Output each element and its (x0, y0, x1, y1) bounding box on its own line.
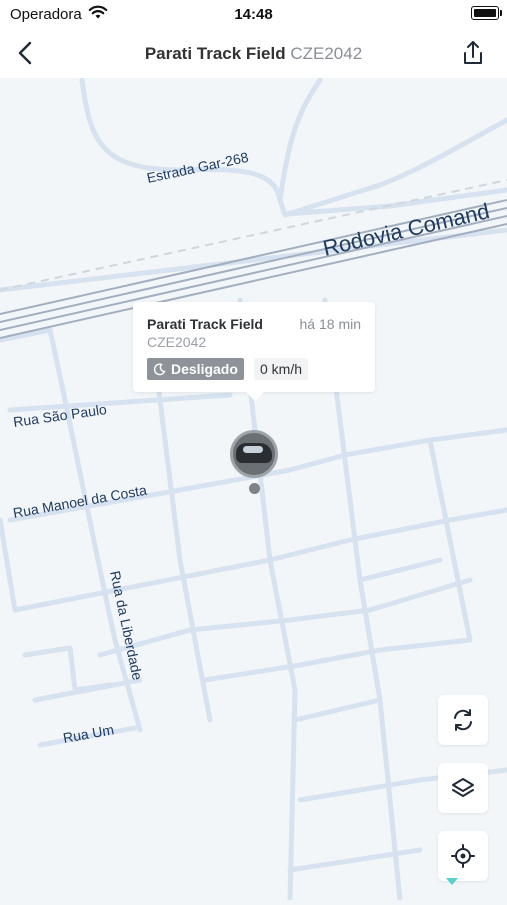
locate-button[interactable] (438, 831, 488, 881)
clock: 14:48 (234, 6, 273, 23)
car-window (243, 446, 263, 453)
compass-indicator-icon (446, 878, 458, 885)
vehicle-plate: CZE2042 (290, 44, 363, 63)
battery-icon (471, 6, 502, 20)
moon-icon (153, 363, 166, 375)
label-rua-um: Rua Um (62, 721, 115, 746)
crosshair-icon (451, 844, 475, 868)
status-text: Desligado (171, 361, 238, 377)
page-title: Parati Track Field CZE2042 (0, 44, 507, 64)
vehicle-position-dot (249, 483, 260, 494)
popup-pointer (245, 391, 265, 401)
layers-icon (452, 778, 474, 797)
vehicle-title: Parati Track Field (144, 44, 286, 63)
popup-vehicle-name: Parati Track Field (147, 316, 263, 332)
status-badge: Desligado (147, 358, 244, 380)
status-bar: Operadora 14:48 (0, 0, 507, 28)
popup-plate: CZE2042 (147, 334, 207, 350)
popup-time-ago: há 18 min (299, 316, 361, 332)
refresh-button[interactable] (438, 695, 488, 745)
refresh-icon (454, 709, 472, 731)
vehicle-marker[interactable] (230, 430, 278, 478)
layers-button[interactable] (438, 763, 488, 813)
label-estrada: Estrada Gar-268 (145, 149, 250, 186)
navigation-bar: Parati Track Field CZE2042 (0, 28, 507, 78)
vehicle-popup[interactable]: Parati Track Field há 18 min CZE2042 Des… (133, 302, 375, 401)
speed-badge: 0 km/h (254, 358, 309, 380)
share-icon[interactable] (457, 36, 489, 70)
